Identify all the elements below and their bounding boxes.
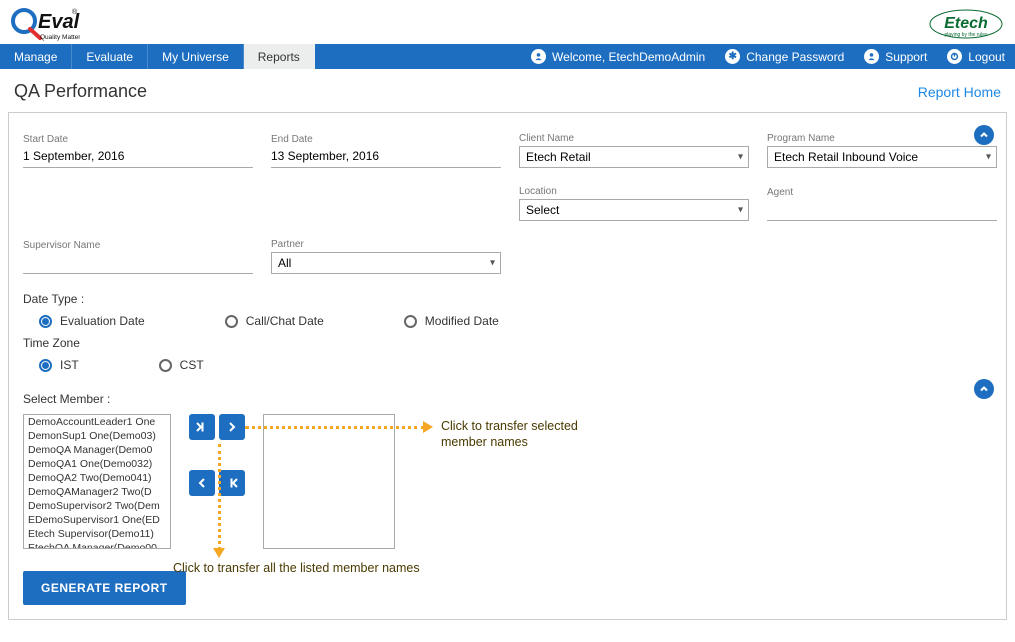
page-title: QA Performance [14, 81, 147, 102]
list-item[interactable]: DemoQA1 One(Demo032) [24, 457, 170, 471]
main-nav: Manage Evaluate My Universe Reports Welc… [0, 44, 1015, 69]
start-date-field: Start Date [23, 134, 253, 168]
svg-text:Etech: Etech [944, 15, 988, 32]
header-logos: Eval Quality Matters ® Etech playing by … [0, 0, 1015, 44]
list-item[interactable]: DemonSup1 One(Demo03) [24, 429, 170, 443]
report-panel: Start Date End Date Client Name Program … [8, 112, 1007, 620]
user-icon [531, 49, 546, 64]
move-all-right-button[interactable] [189, 414, 215, 440]
nav-evaluate[interactable]: Evaluate [72, 44, 148, 69]
list-item[interactable]: DemoQA2 Two(Demo041) [24, 471, 170, 485]
date-type-label: Date Type : [23, 292, 992, 306]
report-home-link[interactable]: Report Home [918, 84, 1001, 100]
partner-select[interactable] [271, 252, 501, 274]
date-type-radios: Evaluation Date Call/Chat Date Modified … [23, 314, 992, 328]
partner-field: Partner [271, 239, 501, 274]
select-member-label: Select Member : [23, 392, 992, 406]
location-field: Location [519, 186, 749, 221]
program-name-field: Program Name [767, 133, 997, 168]
client-name-field: Client Name [519, 133, 749, 168]
list-item[interactable]: DemoAccountLeader1 One [24, 415, 170, 429]
annotation-transfer-selected: Click to transfer selected member names [441, 418, 611, 451]
generate-report-button[interactable]: GENERATE REPORT [23, 571, 186, 605]
annotation-transfer-all: Click to transfer all the listed member … [173, 560, 483, 576]
nav-logout[interactable]: Logout [937, 44, 1015, 69]
move-all-left-button[interactable] [219, 470, 245, 496]
selected-members-listbox[interactable] [263, 414, 395, 549]
supervisor-input[interactable] [23, 253, 253, 274]
radio-modified-date[interactable]: Modified Date [404, 314, 499, 328]
list-item[interactable]: Etech Supervisor(Demo11) [24, 527, 170, 541]
list-item[interactable]: DemoQAManager2 Two(D [24, 485, 170, 499]
radio-call-chat-date[interactable]: Call/Chat Date [225, 314, 324, 328]
radio-cst[interactable]: CST [159, 358, 204, 372]
nav-support[interactable]: Support [854, 44, 937, 69]
available-members-listbox[interactable]: DemoAccountLeader1 OneDemonSup1 One(Demo… [23, 414, 171, 549]
start-date-input[interactable] [23, 147, 253, 168]
nav-welcome: Welcome, EtechDemoAdmin [521, 44, 715, 69]
location-select[interactable] [519, 199, 749, 221]
move-right-button[interactable] [219, 414, 245, 440]
move-left-button[interactable] [189, 470, 215, 496]
radio-ist[interactable]: IST [39, 358, 79, 372]
list-item[interactable]: EDemoSupervisor1 One(ED [24, 513, 170, 527]
svg-text:playing by the rules: playing by the rules [944, 32, 988, 38]
nav-change-password[interactable]: ✱ Change Password [715, 44, 854, 69]
agent-input[interactable] [767, 200, 997, 221]
program-name-select[interactable] [767, 146, 997, 168]
supervisor-field: Supervisor Name [23, 240, 253, 274]
list-item[interactable]: DemoQA Manager(Demo0 [24, 443, 170, 457]
gear-icon: ✱ [725, 49, 740, 64]
client-name-select[interactable] [519, 146, 749, 168]
list-item[interactable]: DemoSupervisor2 Two(Dem [24, 499, 170, 513]
logout-icon [947, 49, 962, 64]
welcome-text: Welcome, EtechDemoAdmin [552, 50, 705, 64]
end-date-field: End Date [271, 134, 501, 168]
list-item[interactable]: EtechQA Manager(Demo00 [24, 541, 170, 549]
nav-manage[interactable]: Manage [0, 44, 72, 69]
logo-qeval: Eval Quality Matters ® [10, 4, 80, 42]
logo-etech: Etech playing by the rules [927, 6, 1005, 42]
svg-text:Quality Matters: Quality Matters [40, 34, 80, 41]
time-zone-radios: IST CST [23, 358, 992, 372]
collapse-toggle-mid[interactable] [974, 379, 994, 399]
member-transfer: DemoAccountLeader1 OneDemonSup1 One(Demo… [23, 414, 992, 549]
transfer-buttons [189, 414, 245, 496]
agent-field: Agent [767, 187, 997, 221]
nav-reports[interactable]: Reports [244, 44, 315, 69]
end-date-input[interactable] [271, 147, 501, 168]
time-zone-label: Time Zone [23, 336, 992, 350]
page-title-row: QA Performance Report Home [0, 69, 1015, 112]
svg-text:®: ® [72, 8, 78, 16]
radio-evaluation-date[interactable]: Evaluation Date [39, 314, 145, 328]
support-icon [864, 49, 879, 64]
nav-my-universe[interactable]: My Universe [148, 44, 244, 69]
